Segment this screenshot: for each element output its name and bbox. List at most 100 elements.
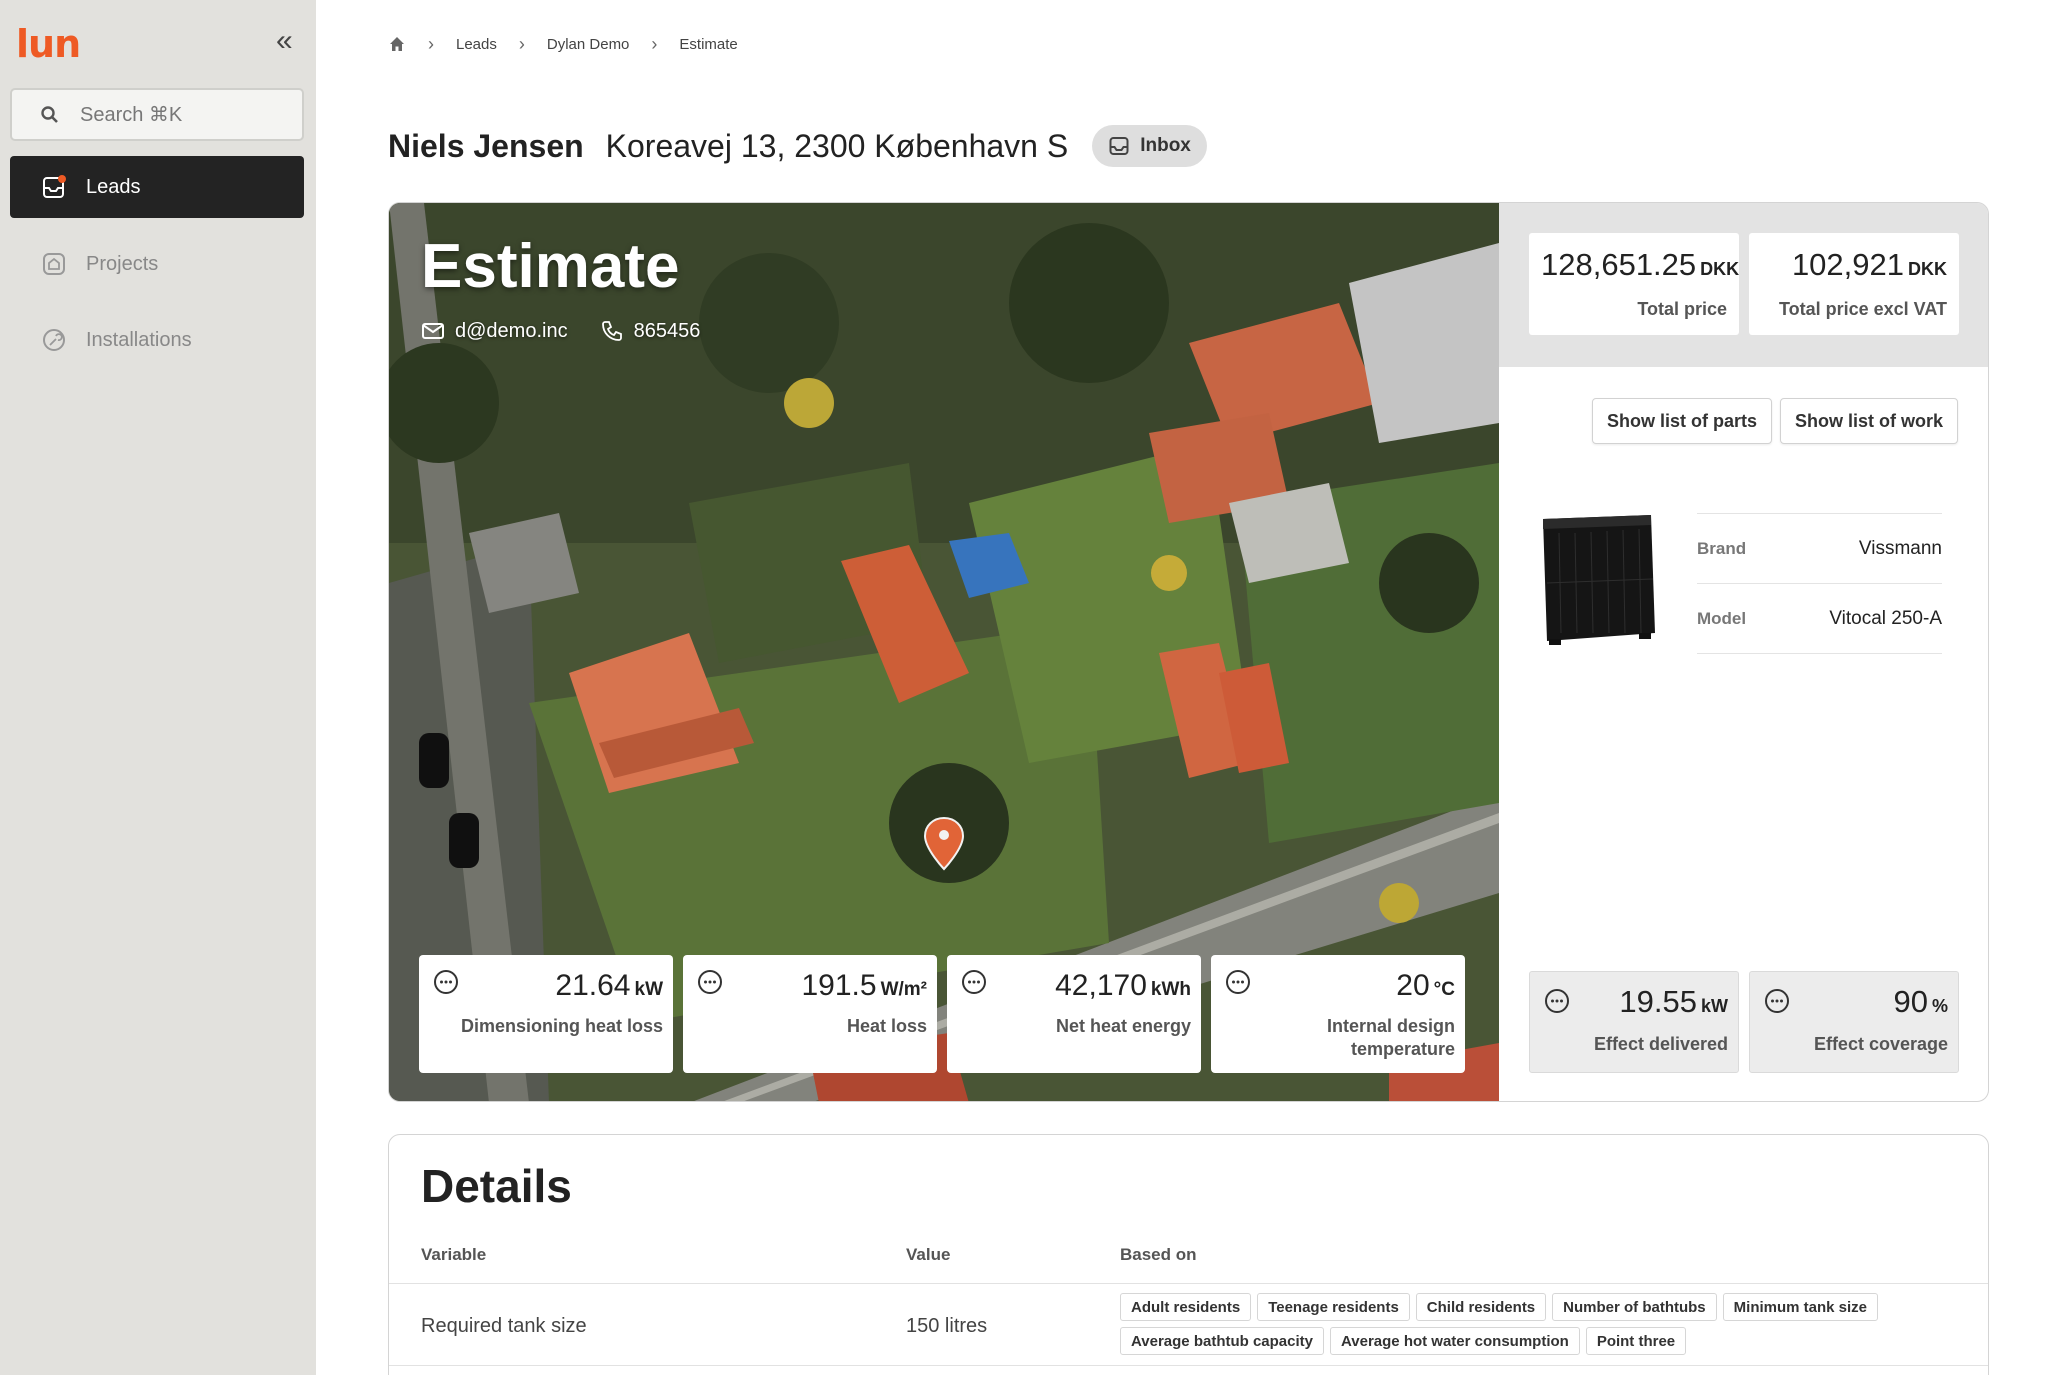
stat-label: Dimensioning heat loss [460, 1016, 663, 1036]
effect-label: Effect coverage [1813, 1034, 1948, 1054]
breadcrumb: › Leads › Dylan Demo › Estimate [388, 32, 738, 56]
total-price-label: Total price [1637, 299, 1727, 319]
spec-divider [1697, 653, 1942, 654]
breadcrumb-leads[interactable]: Leads [456, 36, 497, 53]
column-header-value: Value [906, 1245, 951, 1264]
effect-value: 19.55 [1619, 984, 1697, 1019]
sidebar-item-projects[interactable]: Projects [10, 233, 304, 295]
tag: Point three [1585, 1327, 1687, 1355]
based-on-tags: Adult residents Teenage residents Child … [1120, 1293, 1940, 1355]
more-info-icon[interactable] [1225, 969, 1251, 995]
currency: DKK [1700, 259, 1740, 279]
more-info-icon[interactable] [1764, 988, 1790, 1014]
row-divider [389, 1365, 1988, 1366]
stat-label: Internal design temperature [1326, 1016, 1455, 1059]
stat-heat-loss: 191.5 W/m² Heat loss [683, 955, 937, 1073]
customer-address: Koreavej 13, 2300 København S [605, 127, 1069, 164]
sidebar: lun « Search ⌘K Leads Projects Installat… [0, 0, 316, 1375]
contact-phone[interactable]: 865456 [634, 320, 701, 343]
show-list-of-work-button[interactable]: Show list of work [1780, 398, 1959, 444]
spec-label: Brand [1697, 538, 1747, 558]
effect-label: Effect delivered [1593, 1034, 1728, 1054]
chevron-right-icon: › [428, 33, 434, 54]
search-input[interactable]: Search ⌘K [10, 88, 304, 141]
tag: Child residents [1415, 1293, 1547, 1321]
house-icon [43, 253, 65, 275]
details-card: Details Variable Value Based on Required… [388, 1134, 1989, 1375]
stat-value: 42,170 [1055, 969, 1147, 1002]
page-header: Niels Jensen Koreavej 13, 2300 København… [388, 124, 1207, 168]
breadcrumb-current: Estimate [679, 35, 738, 53]
lun-logo[interactable]: lun [16, 22, 81, 66]
tag: Minimum tank size [1722, 1293, 1879, 1321]
home-icon[interactable] [388, 35, 406, 53]
breadcrumb-lead[interactable]: Dylan Demo [547, 36, 630, 53]
mail-icon [422, 323, 444, 339]
more-info-icon[interactable] [433, 969, 459, 995]
sidebar-item-label: Leads [86, 175, 141, 198]
tag: Adult residents [1120, 1293, 1252, 1321]
spec-brand: Brand Vissmann [1697, 513, 1942, 583]
spec-value: Vissmann [1858, 537, 1942, 559]
total-price-excl-vat-value: 102,921 [1791, 247, 1904, 282]
sidebar-item-installations[interactable]: Installations [10, 309, 304, 371]
inbox-button[interactable]: Inbox [1092, 125, 1207, 167]
wrench-icon [43, 329, 65, 351]
effect-unit: % [1931, 996, 1948, 1016]
stat-unit: kWh [1150, 979, 1191, 1000]
spec-model: Model Vitocal 250-A [1697, 583, 1942, 653]
estimate-card: Estimate d@demo.inc 865456 21.64 kW Dimen… [388, 202, 1989, 1102]
stat-net-heat-energy: 42,170 kWh Net heat energy [947, 955, 1201, 1073]
customer-name: Niels Jensen [388, 127, 584, 164]
stat-value: 21.64 [555, 969, 631, 1002]
inbox-label: Inbox [1140, 135, 1191, 156]
sidebar-item-leads[interactable]: Leads [10, 156, 304, 218]
spec-label: Model [1697, 608, 1747, 628]
effect-value: 90 [1893, 984, 1928, 1019]
total-price-card: 128,651.25 DKK Total price [1529, 233, 1739, 335]
total-price-excl-vat-label: Total price excl VAT [1778, 299, 1947, 319]
stat-unit: °C [1433, 979, 1455, 1000]
tag: Number of bathtubs [1552, 1293, 1717, 1321]
stat-unit: kW [634, 979, 664, 1000]
estimate-title: Estimate [421, 232, 680, 301]
row-variable: Required tank size [421, 1315, 587, 1337]
tag: Teenage residents [1257, 1293, 1410, 1321]
stat-label: Heat loss [846, 1016, 927, 1036]
currency: DKK [1908, 259, 1947, 279]
row-value: 150 litres [906, 1315, 988, 1337]
stat-value: 191.5 [801, 969, 877, 1002]
contact-info: d@demo.inc 865456 [421, 319, 700, 343]
search-placeholder: Search ⌘K [80, 104, 183, 126]
search-icon [41, 105, 58, 123]
tag: Average hot water consumption [1330, 1327, 1580, 1355]
more-info-icon[interactable] [1544, 988, 1570, 1014]
header-divider [389, 1283, 1988, 1284]
sidebar-item-label: Projects [86, 252, 159, 275]
details-title: Details [421, 1160, 572, 1212]
stat-value: 20 [1396, 969, 1430, 1002]
phone-icon [601, 321, 622, 341]
sidebar-item-label: Installations [86, 328, 192, 351]
contact-email[interactable]: d@demo.inc [455, 320, 568, 343]
tag: Average bathtub capacity [1120, 1327, 1324, 1355]
column-header-variable: Variable [421, 1245, 487, 1264]
show-list-of-parts-button[interactable]: Show list of parts [1592, 398, 1773, 444]
total-price-value: 128,651.25 [1541, 247, 1697, 282]
effect-unit: kW [1701, 996, 1728, 1016]
stat-unit: W/m² [880, 979, 927, 1000]
collapse-sidebar-icon[interactable]: « [276, 26, 293, 56]
inbox-icon [1109, 137, 1129, 155]
stat-internal-design-temperature: 20 °C Internal design temperature [1211, 955, 1465, 1073]
stat-label: Net heat energy [1055, 1016, 1191, 1036]
heat-pump-image [1543, 515, 1655, 645]
effect-delivered-card: 19.55 kW Effect delivered [1529, 971, 1739, 1073]
more-info-icon[interactable] [697, 969, 723, 995]
column-header-based-on: Based on [1120, 1245, 1197, 1264]
effect-coverage-card: 90% Effect coverage [1749, 971, 1959, 1073]
total-price-excl-vat-card: 102,921 DKK Total price excl VAT [1749, 233, 1959, 335]
inbox-icon [43, 175, 66, 198]
chevron-right-icon: › [651, 33, 658, 54]
stat-dimensioning-heat-loss: 21.64 kW Dimensioning heat loss [419, 955, 673, 1073]
more-info-icon[interactable] [961, 969, 987, 995]
